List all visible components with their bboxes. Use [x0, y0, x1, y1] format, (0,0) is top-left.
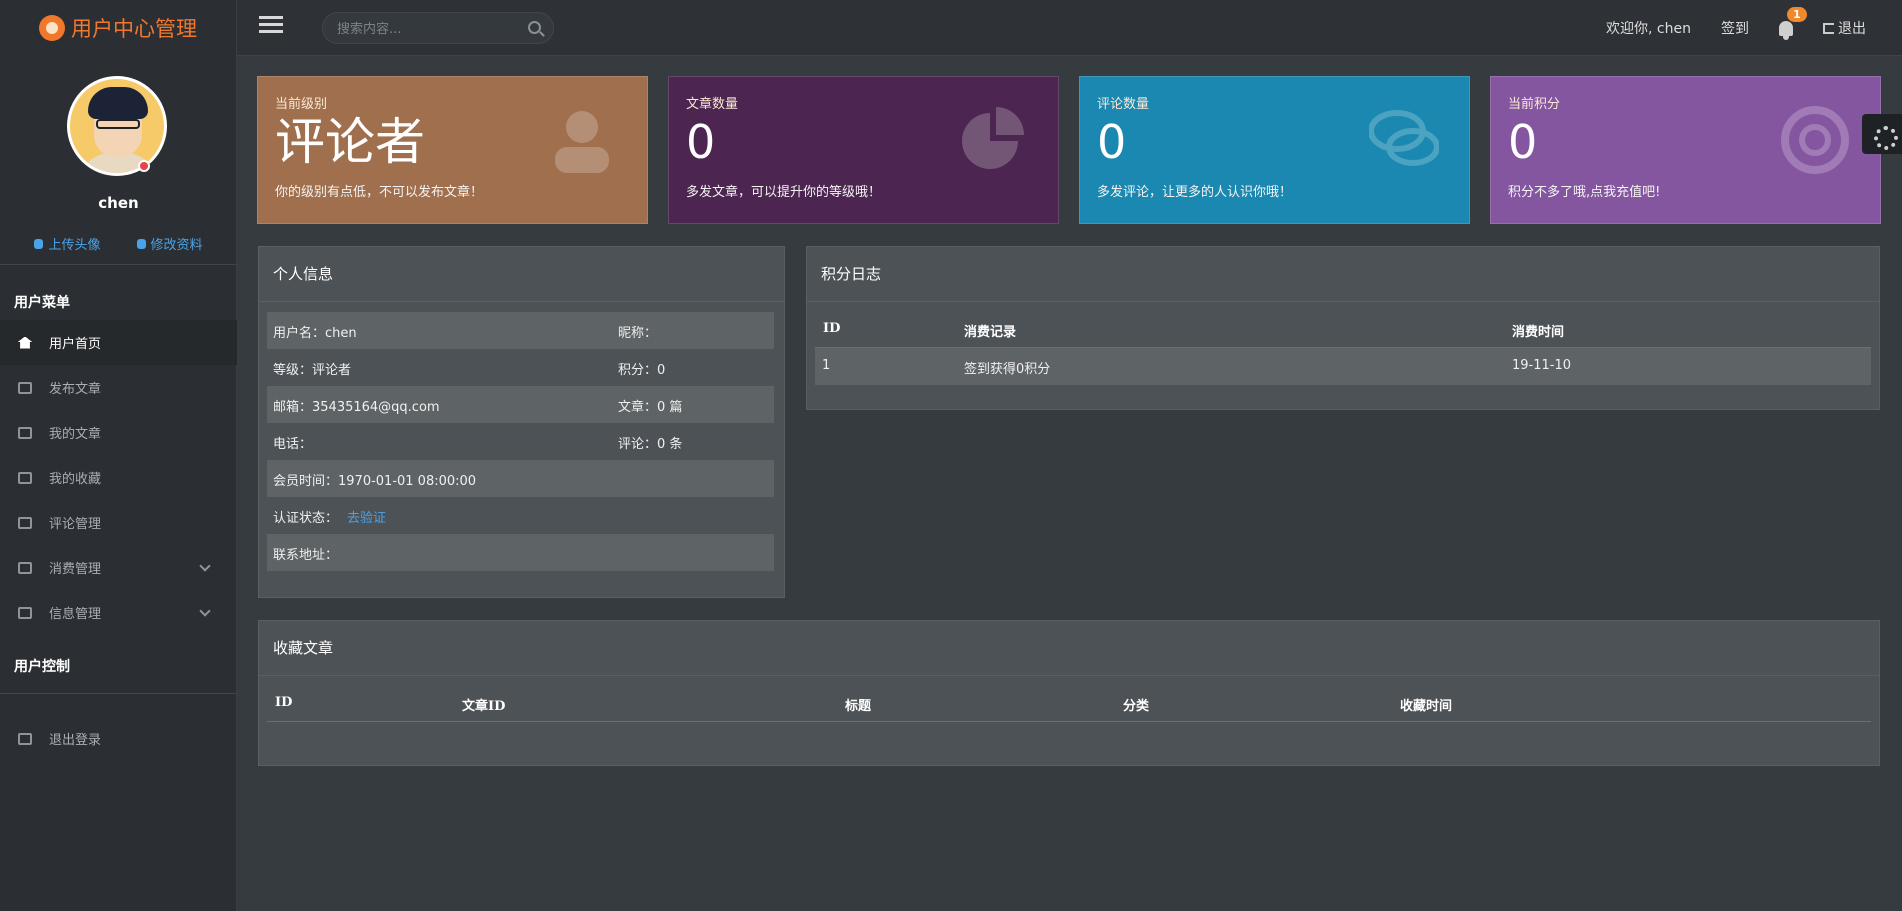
card-desc: 多发评论，让更多的人认识你哦！ [1097, 185, 1293, 200]
sidebar-item-my-articles[interactable]: 我的文章 [0, 410, 237, 455]
edit-profile-link[interactable]: 修改资料 [136, 234, 203, 253]
verify-link[interactable]: 去验证 [347, 507, 386, 526]
notifications-button[interactable]: 1 [1779, 6, 1807, 40]
logout-button[interactable]: 退出 [1823, 18, 1866, 38]
chevron-down-icon [199, 605, 211, 617]
column-header: 分类 [1123, 699, 1150, 714]
search-input[interactable] [337, 19, 517, 39]
upload-avatar-link[interactable]: 上传头像 [34, 234, 101, 253]
info-row: 用户名：chen 昵称： [267, 312, 774, 349]
status-dot-icon [138, 160, 150, 172]
control-section-title: 用户控制 [14, 659, 70, 675]
personal-info-panel: 个人信息 用户名：chen 昵称： 等级：评论者 积分：0 邮箱：35435164@… [258, 246, 785, 598]
sidebar-item-consumption[interactable]: 消费管理 [0, 545, 237, 590]
sidebar-item-publish[interactable]: 发布文章 [0, 365, 237, 410]
credit-card-icon [18, 561, 32, 574]
settings-gear-icon[interactable] [1862, 114, 1902, 154]
home-icon [18, 336, 32, 349]
sidebar-item-favorites[interactable]: 我的收藏 [0, 455, 237, 500]
logout-label: 退出 [1838, 21, 1866, 37]
column-header: 消费时间 [1512, 325, 1565, 340]
card-label: 当前积分 [1508, 97, 1561, 112]
stat-card-level[interactable]: 当前级别 评论者 你的级别有点低，不可以发布文章！ [257, 76, 648, 224]
brand[interactable]: 用户中心管理 [0, 0, 237, 56]
star-icon [18, 606, 32, 619]
notification-badge: 1 [1787, 6, 1807, 22]
sidebar: chen 上传头像 修改资料 用户菜单 用户首页 发布文章 我的文章 我的收藏 … [0, 56, 237, 911]
card-value: 评论者 [275, 113, 425, 171]
card-desc: 积分不多了哦,点我充值吧! [1508, 185, 1661, 200]
table-row: 1 签到获得0积分 19-11-10 [815, 348, 1871, 385]
life-ring-icon [1781, 106, 1849, 174]
card-label: 评论数量 [1097, 97, 1150, 112]
checkin-link[interactable]: 签到 [1721, 18, 1749, 38]
info-row: 联系地址： [267, 534, 774, 571]
sidebar-item-info[interactable]: 信息管理 [0, 590, 237, 635]
card-label: 当前级别 [275, 97, 328, 112]
info-row: 等级：评论者 积分：0 [273, 363, 666, 378]
card-label: 文章数量 [686, 97, 739, 112]
brand-logo-icon [39, 15, 65, 41]
menu-section-title: 用户菜单 [14, 295, 70, 311]
user-icon [34, 238, 44, 249]
sign-out-icon [18, 732, 32, 745]
cell-time: 19-11-10 [1512, 358, 1572, 373]
top-bar: 用户中心管理 欢迎你, chen 签到 1 退出 [0, 0, 1902, 56]
comments-icon [1369, 110, 1439, 166]
column-header: 消费记录 [964, 325, 1017, 340]
card-value: 0 [1508, 115, 1538, 169]
card-desc: 多发文章，可以提升你的等级哦！ [686, 185, 882, 200]
chevron-down-icon [199, 560, 211, 572]
stat-card-articles[interactable]: 文章数量 0 多发文章，可以提升你的等级哦！ [668, 76, 1059, 224]
search-icon[interactable] [528, 21, 541, 34]
avatar[interactable] [67, 76, 167, 176]
sidebar-control-nav: 退出登录 [0, 716, 237, 761]
sign-out-icon [1823, 22, 1834, 34]
pie-chart-icon [962, 107, 1024, 169]
panel-title: 积分日志 [807, 247, 1879, 302]
edit-icon [136, 238, 146, 249]
info-row: 认证状态： 去验证 [267, 497, 774, 534]
user-icon [555, 111, 609, 173]
info-row: 邮箱：35435164@qq.com 文章：0 篇 [267, 386, 774, 423]
info-row: 电话： 评论：0 条 [273, 437, 683, 452]
archive-icon [18, 471, 32, 484]
divider [0, 693, 237, 694]
cell-record[interactable]: 签到获得0积分 [964, 358, 1050, 377]
info-row: 会员时间：1970-01-01 08:00:00 [267, 460, 774, 497]
table-divider [267, 721, 1871, 722]
sidebar-item-comments[interactable]: 评论管理 [0, 500, 237, 545]
welcome-text[interactable]: 欢迎你, chen [1606, 18, 1691, 38]
brand-title: 用户中心管理 [71, 17, 197, 41]
column-header: 文章ID [462, 699, 506, 714]
column-header: ID [275, 695, 293, 710]
search-box [322, 12, 554, 44]
card-desc: 你的级别有点低，不可以发布文章！ [275, 185, 484, 200]
edit-icon [18, 381, 32, 394]
cell-id: 1 [822, 358, 831, 373]
points-log-panel: 积分日志 ID 消费记录 消费时间 1 签到获得0积分 19-11-10 [806, 246, 1880, 410]
column-header: ID [823, 321, 841, 336]
bell-icon [1779, 20, 1793, 40]
menu-toggle-icon[interactable] [259, 16, 283, 40]
sidebar-item-home[interactable]: 用户首页 [0, 320, 237, 365]
sidebar-nav: 用户首页 发布文章 我的文章 我的收藏 评论管理 消费管理 信息管理 [0, 320, 237, 635]
profile-links: 上传头像 修改资料 [0, 234, 237, 253]
top-right-nav: 欢迎你, chen 签到 1 退出 [1576, 0, 1866, 56]
column-header: 标题 [845, 699, 872, 714]
panel-title: 个人信息 [259, 247, 784, 302]
stat-card-points[interactable]: 当前积分 0 积分不多了哦,点我充值吧! [1490, 76, 1881, 224]
sidebar-item-logout[interactable]: 退出登录 [0, 716, 237, 761]
card-value: 0 [1097, 115, 1127, 169]
panel-title: 收藏文章 [259, 621, 1879, 676]
user-name: chen [98, 194, 139, 212]
external-link-icon [18, 426, 32, 439]
stat-card-comments[interactable]: 评论数量 0 多发评论，让更多的人认识你哦！ [1079, 76, 1470, 224]
divider [0, 264, 237, 265]
card-value: 0 [686, 115, 716, 169]
favorites-panel: 收藏文章 ID 文章ID 标题 分类 收藏时间 [258, 620, 1880, 766]
comments-icon [18, 516, 32, 529]
column-header: 收藏时间 [1400, 699, 1453, 714]
